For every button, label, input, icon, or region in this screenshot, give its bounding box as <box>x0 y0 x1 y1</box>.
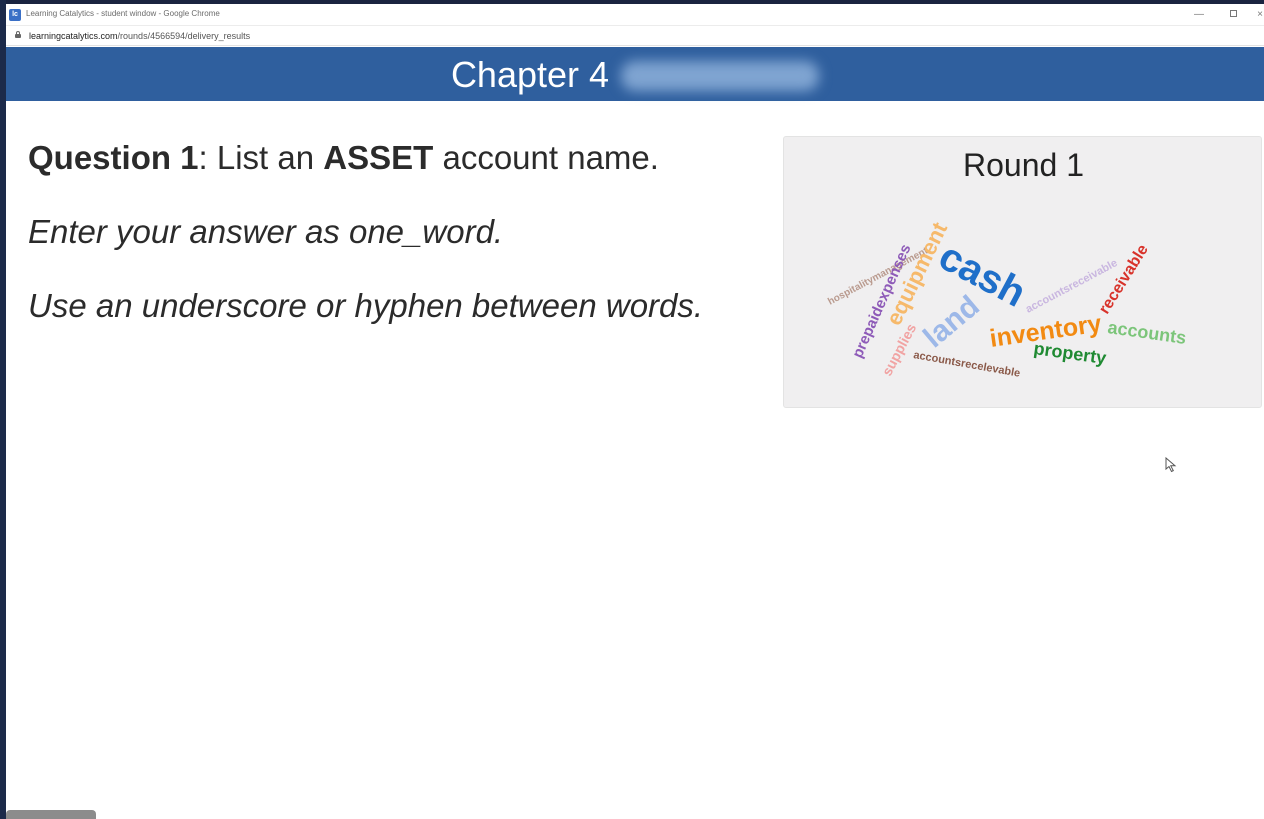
mouse-cursor-icon <box>1165 457 1177 473</box>
word-property: property <box>1032 338 1107 368</box>
window-titlebar: lc Learning Catalytics - student window … <box>6 4 1264 26</box>
question-prefix: List an <box>207 139 324 176</box>
word-receivable: receivable <box>1096 242 1152 317</box>
separator-instruction: Use an underscore or hyphen between word… <box>28 287 704 324</box>
word-supplies: supplies <box>879 321 920 379</box>
round-results-card: Round 1 hospitalitymanagement prepaidexp… <box>783 136 1262 408</box>
maximize-icon <box>1229 10 1237 17</box>
taskbar-tab[interactable] <box>6 810 96 819</box>
address-bar[interactable]: learningcatalytics.com/rounds/4566594/de… <box>6 26 1264 46</box>
question-label: Question 1 <box>28 139 199 176</box>
lock-icon[interactable] <box>15 31 21 38</box>
window-title: Learning Catalytics - student window - G… <box>26 9 220 18</box>
page-title: Chapter 4 <box>450 54 610 95</box>
close-button[interactable]: × <box>1256 7 1264 23</box>
question-suffix: account name. <box>433 139 659 176</box>
learning-catalytics-app-icon: lc <box>9 9 21 21</box>
minimize-button[interactable]: — <box>1190 7 1208 23</box>
answer-format-instruction: Enter your answer as one_word. <box>28 213 504 250</box>
header-title-wrap: Chapter 4 <box>6 47 1264 101</box>
redacted-course-code <box>621 61 820 91</box>
question-separator: : <box>198 139 208 176</box>
maximize-button[interactable] <box>1224 7 1242 23</box>
url-text[interactable]: learningcatalytics.com/rounds/4566594/de… <box>29 31 250 41</box>
page-header: Chapter 4 <box>6 47 1264 101</box>
url-path: /rounds/4566594/delivery_results <box>117 31 251 41</box>
browser-window: lc Learning Catalytics - student window … <box>6 4 1264 819</box>
question-block: Question 1: List an ASSET account name. … <box>28 138 768 326</box>
word-accounts: accounts <box>1106 317 1187 348</box>
word-accountsrecelevable: accountsrecelevable <box>912 349 1021 380</box>
url-host: learningcatalytics.com <box>29 31 118 41</box>
question-keyword: ASSET <box>323 139 434 176</box>
question-prompt: Question 1: List an ASSET account name. <box>28 138 768 178</box>
word-cloud: hospitalitymanagement prepaidexpenses eq… <box>826 218 1187 380</box>
word-land: land <box>917 289 985 354</box>
